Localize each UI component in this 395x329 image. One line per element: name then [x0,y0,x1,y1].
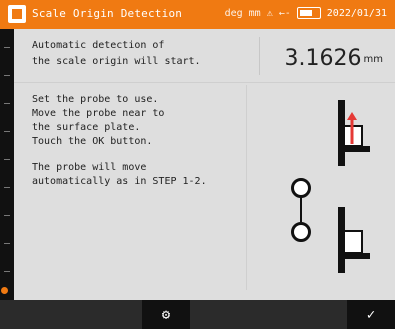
window-title: Scale Origin Detection [32,7,183,20]
gear-icon: ⚙ [161,306,171,323]
rail-tick [4,159,10,160]
probe-step-2-illustration [334,205,374,275]
measurement-reading: 3.1626 mm [285,46,383,71]
bottom-toolbar: ⚙ ✓ [14,300,395,329]
status-units: deg mm [224,7,261,19]
start-message-line-1: Automatic detection of [32,40,165,51]
probe-step-1-illustration [334,98,374,168]
instruction-line: automatically as in STEP 1-2. [32,176,207,187]
instruction-line: Set the probe to use. [32,94,159,105]
reading-value: 3.1626 [284,46,362,71]
content-divider [246,85,247,290]
check-icon: ✓ [366,306,376,323]
rail-tick [4,75,10,76]
battery-icon [296,7,321,19]
main-panel: Automatic detection of the scale origin … [14,29,395,329]
titlebar: Scale Origin Detection deg mm ⚠ ←- 2022/… [0,0,395,29]
instruction-line: the surface plate. [32,122,141,133]
status-dot-icon [1,287,8,294]
status-warning-icon: ⚠ [266,7,273,19]
rail-tick [4,47,10,48]
reading-unit: mm [363,53,383,65]
instruction-line: The probe will move [32,162,147,173]
rail-tick [4,103,10,104]
probe-diagram [264,93,384,283]
status-area: deg mm ⚠ ←- 2022/01/31 [225,7,387,19]
rail-tick [4,243,10,244]
rail-tick [4,271,10,272]
start-message: Automatic detection of the scale origin … [32,38,257,70]
top-divider [259,37,260,75]
app-screen: Scale Origin Detection deg mm ⚠ ←- 2022/… [0,0,395,329]
app-icon [8,5,26,23]
top-info-row: Automatic detection of the scale origin … [14,29,395,83]
instruction-line: Move the probe near to [32,108,165,119]
status-date: 2022/01/31 [326,7,387,19]
rail-tick [4,131,10,132]
start-message-line-2: the scale origin will start. [32,56,201,67]
rail-tick [4,215,10,216]
instruction-line: Touch the OK button. [32,136,153,147]
left-rail [0,29,14,300]
step-1-marker [291,178,311,198]
status-arrow-icon: ←- [278,7,291,19]
step-connector [300,196,302,222]
ok-button[interactable]: ✓ [347,300,395,329]
step-2-marker [291,222,311,242]
settings-button[interactable]: ⚙ [142,300,190,329]
rail-tick [4,187,10,188]
instructions: Set the probe to use. Move the probe nea… [32,93,242,201]
